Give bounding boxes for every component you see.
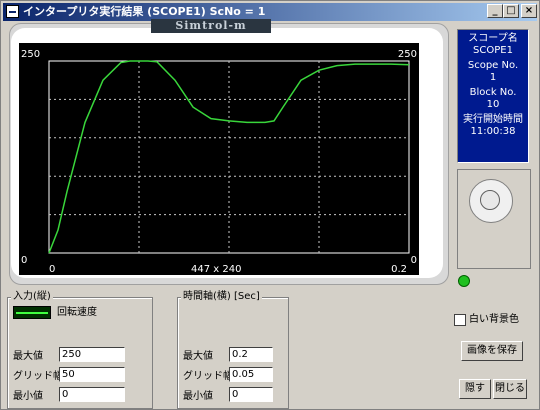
scope-name-label: スコープ名 <box>468 33 518 44</box>
input-group-title: 入力(縦) <box>11 291 53 303</box>
start-time-label: 実行開始時間 <box>463 114 523 125</box>
white-background-checkbox[interactable] <box>454 314 466 326</box>
white-background-label: 白い背景色 <box>469 314 519 325</box>
scope-no-value: 1 <box>489 72 497 83</box>
time-grid-label: グリッド幅 <box>183 371 233 382</box>
scope-no-label: Scope No. <box>467 60 519 71</box>
time-min-field[interactable]: 0 <box>229 387 273 402</box>
y-max-right-label: 250 <box>397 49 417 60</box>
app-icon <box>6 5 19 18</box>
scope-plot-svg <box>48 60 410 254</box>
time-max-field[interactable]: 0.2 <box>229 347 273 362</box>
scope-info-panel: スコープ名 SCOPE1 Scope No. 1 Block No. 10 実行… <box>457 29 529 163</box>
x-min-label: 0 <box>49 264 56 275</box>
signal-name-label: 回転速度 <box>57 307 97 318</box>
time-min-label: 最小値 <box>183 391 213 402</box>
y-max-left-label: 250 <box>21 49 41 60</box>
hide-button[interactable]: 隠す <box>459 379 491 399</box>
scope-name-value: SCOPE1 <box>473 45 513 56</box>
close-window-button[interactable]: × <box>521 4 537 18</box>
scope-plot-area: 250 250 0 0 0 447 x 240 0.2 <box>19 43 419 275</box>
y-min-left-label: 0 <box>21 255 28 266</box>
window-title: インタープリタ実行結果 (SCOPE1) ScNo = 1 <box>23 5 266 18</box>
time-max-label: 最大値 <box>183 351 213 362</box>
minimize-button[interactable]: _ <box>487 4 503 18</box>
input-grid-field[interactable]: 50 <box>59 367 125 382</box>
input-max-label: 最大値 <box>13 351 43 362</box>
close-button[interactable]: 閉じる <box>493 379 527 399</box>
trace-color-swatch <box>13 306 51 319</box>
scroll-knob-icon[interactable] <box>469 179 513 223</box>
block-no-value: 10 <box>486 99 500 110</box>
time-axis-group-title: 時間軸(横) [Sec] <box>181 291 262 303</box>
input-min-label: 最小値 <box>13 391 43 402</box>
start-time-value: 11:00:38 <box>470 126 516 137</box>
x-max-label: 0.2 <box>391 264 407 275</box>
maximize-button[interactable]: □ <box>503 4 519 18</box>
input-min-field[interactable]: 0 <box>59 387 125 402</box>
resolution-label: 447 x 240 <box>191 264 242 275</box>
simtrol-logo: Simtrol-m <box>151 19 271 33</box>
status-led-icon <box>458 275 470 287</box>
input-max-field[interactable]: 250 <box>59 347 125 362</box>
save-image-button[interactable]: 画像を保存 <box>461 341 523 361</box>
time-grid-field[interactable]: 0.05 <box>229 367 273 382</box>
y-min-right-label: 0 <box>410 255 417 266</box>
input-grid-label: グリッド幅 <box>13 371 63 382</box>
scope-result-window: インタープリタ実行結果 (SCOPE1) ScNo = 1 _ □ × Simt… <box>0 0 540 410</box>
block-no-label: Block No. <box>469 87 517 98</box>
